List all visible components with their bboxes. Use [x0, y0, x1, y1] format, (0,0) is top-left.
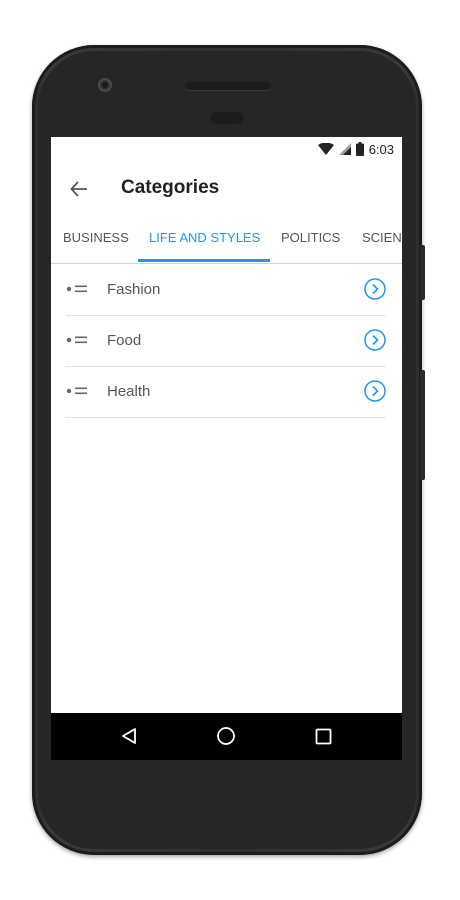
app-bar: Categories: [51, 161, 402, 217]
front-camera: [98, 78, 112, 92]
proximity-sensor: [210, 112, 244, 124]
arrow-left-icon: [70, 181, 87, 197]
active-tab-indicator: [138, 259, 270, 262]
list-item-food[interactable]: Food: [66, 316, 386, 367]
home-circle-icon: [217, 727, 235, 745]
screen: 6:03 Categories BUSINESS LIFE AND STYLES…: [51, 137, 402, 760]
chevron-right-circle-icon[interactable]: [364, 278, 386, 300]
tab-science[interactable]: SCIEN: [362, 223, 402, 263]
signal-icon: [338, 143, 351, 155]
earpiece-speaker: [185, 82, 271, 90]
wifi-icon: [317, 143, 334, 155]
list-bullet-icon: [66, 285, 87, 293]
tab-politics[interactable]: POLITICS: [281, 223, 340, 263]
list-bullet-icon: [66, 387, 87, 395]
list-item-label: Fashion: [107, 281, 161, 298]
power-button: [420, 245, 425, 300]
status-icons: 6:03: [317, 141, 394, 157]
volume-button: [420, 370, 425, 480]
chevron-right-circle-icon[interactable]: [364, 329, 386, 351]
back-button[interactable]: [65, 175, 93, 203]
battery-icon: [355, 142, 364, 156]
list-bullet-icon: [66, 336, 87, 344]
tab-life-and-styles[interactable]: LIFE AND STYLES: [149, 223, 260, 263]
nav-back-button[interactable]: [118, 725, 140, 747]
back-triangle-icon: [122, 728, 136, 744]
recents-square-icon: [315, 728, 331, 744]
tab-business[interactable]: BUSINESS: [63, 223, 129, 263]
nav-home-button[interactable]: [215, 725, 237, 747]
category-list: Fashion Food Health: [66, 265, 386, 418]
system-nav-bar: [51, 713, 402, 760]
status-time: 6:03: [368, 141, 394, 157]
page-title: Categories: [121, 177, 220, 198]
chevron-right-circle-icon[interactable]: [364, 380, 386, 402]
list-item-label: Food: [107, 332, 142, 349]
list-item-fashion[interactable]: Fashion: [66, 265, 386, 316]
category-tabs: BUSINESS LIFE AND STYLES POLITICS SCIEN: [51, 223, 402, 264]
list-item-health[interactable]: Health: [66, 367, 386, 418]
status-bar: 6:03: [51, 137, 402, 161]
nav-recents-button[interactable]: [312, 725, 334, 747]
list-item-label: Health: [107, 383, 151, 400]
